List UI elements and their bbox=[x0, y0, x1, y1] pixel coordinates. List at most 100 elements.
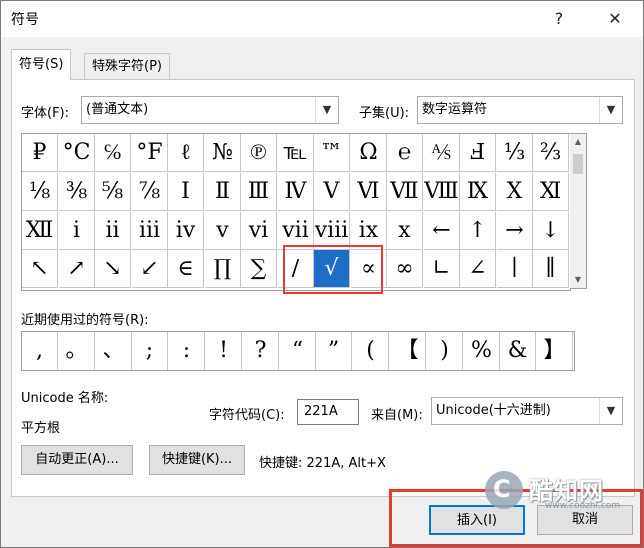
symbol-cell[interactable]: ⅵ bbox=[241, 212, 277, 250]
symbol-cell[interactable]: ∟ bbox=[424, 250, 460, 288]
scroll-up-icon[interactable]: ▲ bbox=[570, 134, 586, 150]
symbol-cell[interactable]: ∞ bbox=[387, 250, 423, 288]
scroll-thumb[interactable] bbox=[573, 154, 583, 174]
symbol-cell[interactable]: ↘ bbox=[95, 250, 131, 288]
window-title: 符号 bbox=[11, 12, 39, 28]
symbol-cell[interactable]: Ⅲ bbox=[241, 173, 277, 211]
symbol-cell[interactable]: Ⅶ bbox=[387, 173, 423, 211]
symbol-cell[interactable]: Ⅷ bbox=[424, 173, 460, 211]
symbol-cell[interactable]: °C bbox=[59, 134, 95, 172]
symbol-cell[interactable]: → bbox=[497, 212, 533, 250]
help-button[interactable]: ? bbox=[545, 5, 573, 33]
recent-symbol-cell[interactable]: ! bbox=[206, 332, 242, 370]
symbol-cell[interactable]: °F bbox=[132, 134, 168, 172]
recent-symbols-label: 近期使用过的符号(R): bbox=[21, 313, 149, 328]
font-label: 字体(F): bbox=[21, 106, 70, 121]
recent-symbol-cell[interactable]: , bbox=[22, 332, 58, 370]
watermark-url: www.coozhi.com bbox=[545, 501, 621, 511]
recent-symbol-cell[interactable]: ; bbox=[132, 332, 168, 370]
recent-symbol-cell[interactable]: ? bbox=[243, 332, 279, 370]
recent-symbol-cell[interactable]: 。 bbox=[59, 332, 95, 370]
symbol-cell[interactable]: ⅓ bbox=[497, 134, 533, 172]
recent-symbol-cell[interactable]: “ bbox=[280, 332, 316, 370]
symbol-cell[interactable]: ↗ bbox=[59, 250, 95, 288]
symbol-cell[interactable]: ∏ bbox=[205, 250, 241, 288]
symbol-cell[interactable]: ⅹ bbox=[387, 212, 423, 250]
symbol-cell[interactable]: Ⅳ bbox=[278, 173, 314, 211]
symbol-cell[interactable]: ⅴ bbox=[205, 212, 241, 250]
symbol-cell[interactable]: ℡ bbox=[278, 134, 314, 172]
symbol-cell[interactable]: ₽ bbox=[22, 134, 58, 172]
symbol-cell[interactable]: ↑ bbox=[460, 212, 496, 250]
symbol-cell[interactable]: ℮ bbox=[387, 134, 423, 172]
symbol-cell[interactable]: Ⅹ bbox=[497, 173, 533, 211]
char-code-label: 字符代码(C): bbox=[209, 408, 285, 423]
recent-symbol-cell[interactable]: 】 bbox=[537, 332, 573, 370]
subset-select-value: 数字运算符 bbox=[422, 102, 488, 117]
symbol-cell[interactable]: ℓ bbox=[168, 134, 204, 172]
symbol-cell[interactable]: ⅰ bbox=[59, 212, 95, 250]
symbol-cell[interactable]: Ⅱ bbox=[205, 173, 241, 211]
chevron-down-icon[interactable]: ▼ bbox=[599, 398, 622, 424]
symbol-cell[interactable]: ⅝ bbox=[95, 173, 131, 211]
tab-symbols[interactable]: 符号(S) bbox=[11, 49, 72, 80]
recent-symbol-cell[interactable]: 、 bbox=[96, 332, 132, 370]
recent-symbol-cell[interactable]: 【 bbox=[390, 332, 426, 370]
shortcut-text: 快捷键: 221A, Alt+X bbox=[259, 456, 386, 471]
recent-symbols-row: ,。、;:!? “”(【)% &】 bbox=[21, 331, 575, 371]
unicode-name-label: Unicode 名称: bbox=[21, 391, 109, 406]
recent-symbol-cell[interactable]: & bbox=[500, 332, 536, 370]
recent-symbol-cell[interactable]: % bbox=[464, 332, 500, 370]
symbol-cell[interactable]: ∠ bbox=[460, 250, 496, 288]
watermark-logo-icon: C bbox=[485, 471, 523, 509]
shortcut-key-button[interactable]: 快捷键(K)... bbox=[149, 445, 245, 475]
recent-symbol-cell[interactable]: ( bbox=[353, 332, 389, 370]
symbol-cell[interactable]: Ⅴ bbox=[314, 173, 350, 211]
symbol-cell[interactable]: Ⅎ bbox=[460, 134, 496, 172]
symbol-cell[interactable]: ↖ bbox=[22, 250, 58, 288]
symbol-cell[interactable]: № bbox=[205, 134, 241, 172]
symbol-cell[interactable]: ™ bbox=[314, 134, 350, 172]
symbol-cell[interactable]: Ω bbox=[351, 134, 387, 172]
symbol-cell[interactable]: ⅍ bbox=[424, 134, 460, 172]
symbol-cell[interactable]: ⅛ bbox=[22, 173, 58, 211]
chevron-down-icon[interactable]: ▼ bbox=[599, 97, 622, 123]
symbol-cell[interactable]: ⅱ bbox=[95, 212, 131, 250]
symbol-cell[interactable]: ⅲ bbox=[132, 212, 168, 250]
subset-label: 子集(U): bbox=[359, 106, 410, 121]
annotation-highlight-box bbox=[283, 245, 383, 294]
symbol-cell[interactable]: Ⅰ bbox=[168, 173, 204, 211]
recent-symbol-cell[interactable]: : bbox=[169, 332, 205, 370]
symbol-cell[interactable]: ↙ bbox=[132, 250, 168, 288]
autocorrect-button[interactable]: 自动更正(A)... bbox=[21, 445, 133, 475]
symbol-cell[interactable]: ℅ bbox=[95, 134, 131, 172]
recent-symbol-cell[interactable]: ) bbox=[427, 332, 463, 370]
symbol-cell[interactable]: ← bbox=[424, 212, 460, 250]
close-button[interactable]: ✕ bbox=[601, 5, 629, 33]
symbol-cell[interactable]: ∣ bbox=[497, 250, 533, 288]
recent-symbol-cell[interactable]: ” bbox=[316, 332, 352, 370]
char-code-input[interactable]: 221A bbox=[297, 399, 359, 425]
symbol-cell[interactable]: Ⅸ bbox=[460, 173, 496, 211]
symbol-cell[interactable]: Ⅻ bbox=[22, 212, 58, 250]
symbol-cell[interactable]: Ⅵ bbox=[351, 173, 387, 211]
chevron-down-icon[interactable]: ▼ bbox=[315, 97, 338, 123]
scroll-down-icon[interactable]: ▼ bbox=[570, 272, 586, 288]
symbol-cell[interactable]: ∈ bbox=[168, 250, 204, 288]
symbol-cell[interactable]: ⅔ bbox=[533, 134, 569, 172]
unicode-name-value: 平方根 bbox=[21, 421, 61, 436]
tab-special-characters[interactable]: 特殊字符(P) bbox=[84, 53, 170, 80]
symbol-cell[interactable]: ∑ bbox=[241, 250, 277, 288]
symbol-dialog: 符号 ? ✕ 符号(S) 特殊字符(P) 字体(F): (普通文本) ▼ 子集(… bbox=[0, 0, 644, 548]
subset-select[interactable]: 数字运算符 ▼ bbox=[417, 96, 623, 124]
font-select[interactable]: (普通文本) ▼ bbox=[81, 96, 339, 124]
symbol-grid-scrollbar[interactable]: ▲ ▼ bbox=[570, 133, 587, 289]
symbol-cell[interactable]: ⅳ bbox=[168, 212, 204, 250]
symbol-cell[interactable]: ∥ bbox=[533, 250, 569, 288]
symbol-cell[interactable]: ℗ bbox=[241, 134, 277, 172]
symbol-cell[interactable]: ↓ bbox=[533, 212, 569, 250]
symbol-cell[interactable]: Ⅺ bbox=[533, 173, 569, 211]
from-select[interactable]: Unicode(十六进制) ▼ bbox=[431, 397, 623, 425]
symbol-cell[interactable]: ⅜ bbox=[59, 173, 95, 211]
symbol-cell[interactable]: ⅞ bbox=[132, 173, 168, 211]
